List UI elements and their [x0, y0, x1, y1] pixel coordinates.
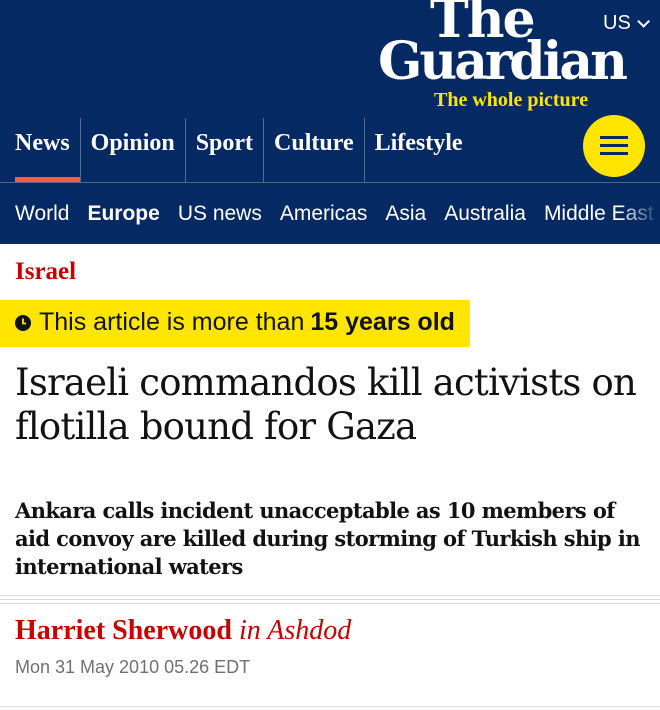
article-age-warning: This article is more than 15 years old: [0, 300, 470, 347]
menu-button[interactable]: [583, 115, 645, 177]
hamburger-icon-bar: [600, 144, 628, 147]
subnav-item-world[interactable]: World: [0, 202, 78, 226]
subnav-item-australia[interactable]: Australia: [435, 202, 535, 226]
byline-location: in Ashdod: [238, 615, 352, 646]
section-label[interactable]: Israel: [15, 258, 645, 286]
subnav-fade: [620, 183, 660, 243]
hamburger-icon-bar: [600, 152, 628, 155]
masthead: US The Guardian The whole picture News O…: [0, 0, 660, 244]
article: Israel This article is more than 15 year…: [0, 258, 660, 678]
subnav-item-asia[interactable]: Asia: [376, 202, 435, 226]
publish-date: Mon 31 May 2010 05.26 EDT: [15, 657, 251, 677]
byline: Harriet Sherwood in Ashdod: [15, 615, 645, 647]
subnav-item-americas[interactable]: Americas: [271, 202, 377, 226]
age-warning-text: This article is more than: [39, 308, 305, 336]
headline: Israeli commandos kill activists on flot…: [15, 361, 637, 448]
guardian-logo[interactable]: The Guardian The whole picture: [378, 0, 648, 112]
clock-icon: [15, 314, 31, 331]
author-link[interactable]: Harriet Sherwood: [15, 615, 232, 646]
logo-line-2: Guardian: [378, 31, 628, 92]
divider: [0, 595, 660, 607]
subnav-item-europe[interactable]: Europe: [78, 202, 168, 226]
pillar-nav: News Opinion Sport Culture Lifestyle: [0, 118, 473, 182]
logo-tagline: The whole picture: [434, 89, 589, 111]
standfirst: Ankara calls incident unacceptable as 10…: [15, 498, 640, 579]
subnav-item-us-news[interactable]: US news: [169, 202, 271, 226]
pillar-sport[interactable]: Sport: [184, 118, 263, 182]
pillar-opinion[interactable]: Opinion: [79, 118, 185, 182]
age-warning-emphasis: 15 years old: [310, 308, 455, 336]
pillar-news[interactable]: News: [0, 118, 80, 182]
pillar-culture[interactable]: Culture: [263, 118, 364, 182]
hamburger-icon: [600, 136, 628, 139]
sub-nav: World Europe US news Americas Asia Austr…: [0, 182, 660, 244]
pillar-lifestyle[interactable]: Lifestyle: [363, 118, 473, 182]
divider-bottom: [0, 706, 660, 707]
